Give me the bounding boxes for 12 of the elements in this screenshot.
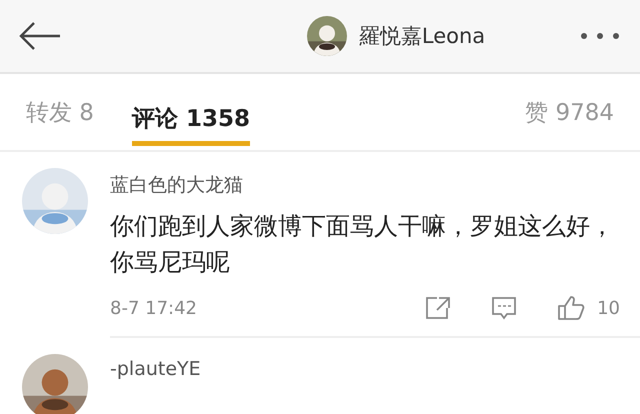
share-icon[interactable] — [425, 296, 452, 320]
back-icon[interactable] — [18, 21, 62, 51]
like-count: 10 — [597, 298, 620, 318]
more-icon[interactable] — [580, 32, 620, 40]
account-name: 羅悦嘉Leona — [358, 23, 486, 50]
comment-text: 你们跑到人家微博下面骂人干嘛，罗姐这么好，你骂尼玛呢 — [110, 211, 615, 278]
username[interactable]: -plauteYE — [110, 358, 620, 380]
timestamp: 8-7 17:42 — [110, 298, 197, 318]
thumbs-up-icon[interactable] — [557, 295, 586, 321]
username[interactable]: 蓝白色的大龙猫 — [110, 172, 620, 198]
tab[interactable]: 评论 1358 — [132, 90, 250, 146]
comment-icon[interactable] — [491, 296, 518, 320]
